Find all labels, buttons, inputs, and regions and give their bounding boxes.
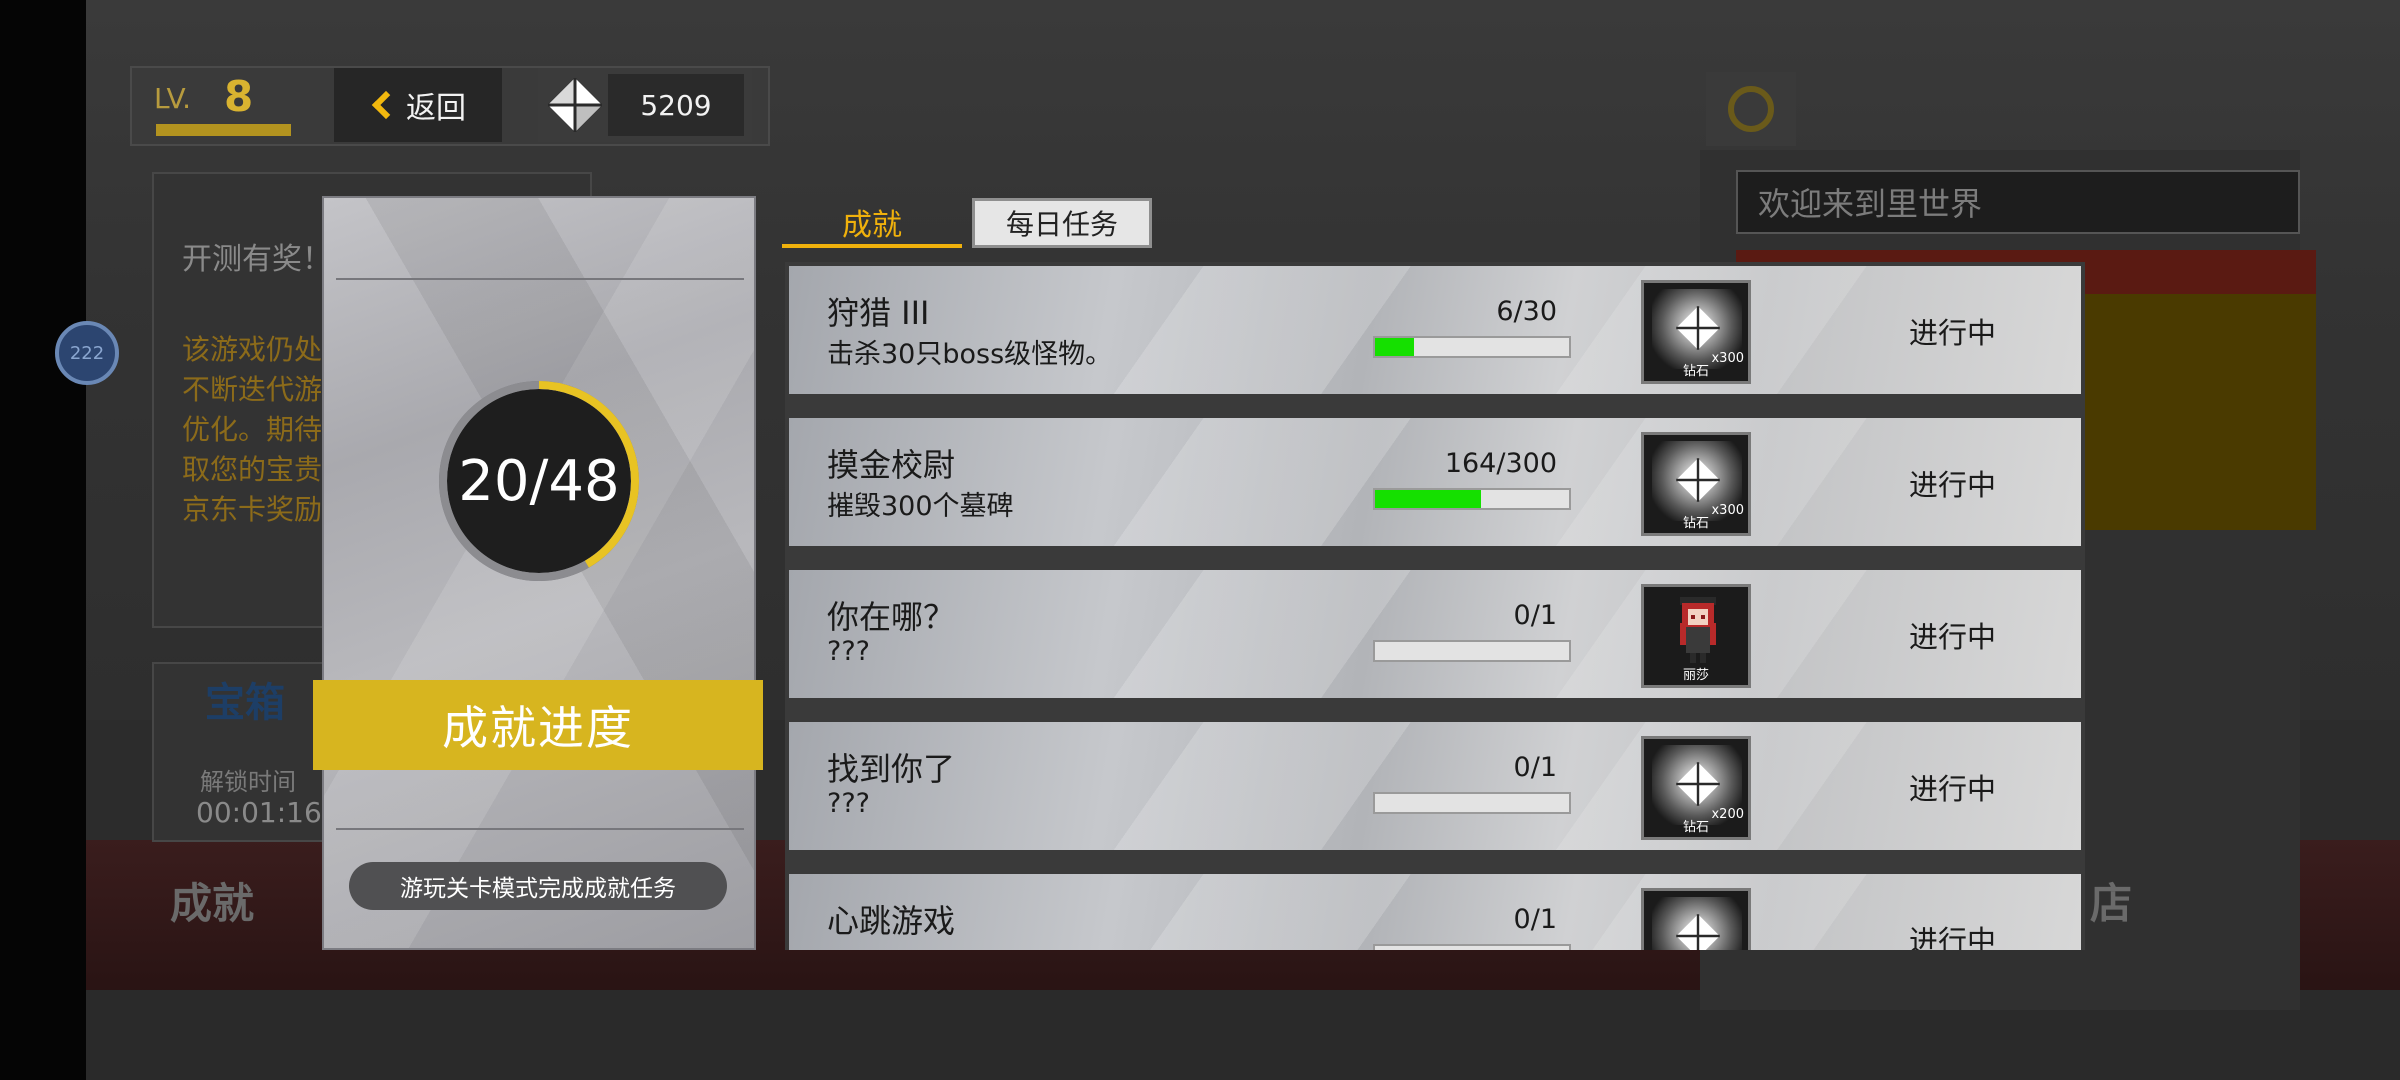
achievement-progress-bar — [1373, 944, 1571, 950]
reward-name: 丽莎 — [1682, 668, 1709, 683]
achievement-row: 找到你了 ??? 0/1 x200 钻石 进行中 — [789, 722, 2081, 850]
reward-slot[interactable]: x300 钻石 — [1641, 280, 1751, 384]
achievement-row: 狩猎 III 击杀30只boss级怪物。 6/30 x300 钻石 进行中 — [789, 266, 2081, 394]
diamond-icon — [1676, 762, 1720, 806]
achievement-name: 摸金校尉 — [827, 446, 956, 484]
tab-daily-tasks[interactable]: 每日任务 — [972, 198, 1152, 248]
level-value: 8 — [224, 72, 254, 121]
diamond-currency: 5209 — [538, 68, 752, 142]
announcement-body: 该游戏仍处 不断迭代游 优化。期待 取您的宝贵 京东卡奖励 — [182, 333, 323, 526]
achievement-progress-count: 0/1 — [1513, 600, 1557, 631]
achievement-progress-bar — [1373, 792, 1571, 814]
reward-name: 钻石 — [1682, 820, 1709, 835]
achievement-progress-count: 0/1 — [1513, 904, 1557, 935]
back-label: 返回 — [406, 91, 466, 126]
welcome-banner: 欢迎来到里世界 — [1736, 170, 2300, 234]
smile-icon — [1728, 86, 1774, 132]
left-black-bar — [0, 0, 86, 1080]
diamond-icon — [548, 78, 602, 132]
divider — [336, 828, 744, 830]
tab-achievements[interactable]: 成就 — [782, 196, 962, 248]
diamond-icon — [1676, 306, 1720, 350]
achievement-progress-count: 0/1 — [1513, 752, 1557, 783]
achievement-status: 进行中 — [1909, 316, 1997, 350]
achievement-name: 心跳游戏 — [827, 902, 956, 940]
progress-count: 20/48 — [458, 448, 620, 514]
achievement-status: 进行中 — [1909, 468, 1997, 502]
diamond-icon — [1676, 914, 1720, 950]
achievement-desc: ??? — [827, 788, 870, 819]
achievement-desc: 击杀30只boss级怪物。 — [827, 339, 1113, 370]
active-tab-underline — [782, 244, 962, 248]
progress-ring: 20/48 — [432, 374, 646, 588]
achievement-desc: 摧毁300个墓碑 — [827, 491, 1014, 522]
achievement-progress-bar — [1373, 488, 1571, 510]
achievement-menu-label: 成就 — [170, 879, 255, 928]
achievement-progress-bar — [1373, 640, 1571, 662]
reward-slot[interactable]: 丽莎 — [1641, 584, 1751, 688]
achievement-progress-bar — [1373, 336, 1571, 358]
diamond-count: 5209 — [608, 74, 744, 136]
progress-hint: 游玩关卡模式完成成就任务 — [349, 862, 727, 910]
announcement-title: 开测有奖！ — [182, 242, 332, 277]
reward-slot[interactable] — [1641, 888, 1751, 950]
achievement-name: 你在哪？ — [827, 598, 956, 636]
achievement-status: 进行中 — [1909, 620, 1997, 654]
achievement-list[interactable]: 狩猎 III 击杀30只boss级怪物。 6/30 x300 钻石 进行中 摸金… — [785, 262, 2085, 950]
floating-assist-ball[interactable]: 222 — [55, 321, 119, 385]
chest-label: 宝箱 — [205, 680, 285, 726]
level-label: LV. — [154, 82, 191, 115]
reward-slot[interactable]: x300 钻石 — [1641, 432, 1751, 536]
achievement-row: 你在哪？ ??? 0/1 丽莎 进行中 — [789, 570, 2081, 698]
achievement-name: 找到你了 — [827, 750, 956, 788]
achievement-name: 狩猎 III — [827, 294, 930, 332]
achievement-progress-count: 164/300 — [1444, 448, 1557, 479]
unlock-time-label: 解锁时间 — [200, 768, 296, 796]
divider — [336, 278, 744, 280]
reward-name: 钻石 — [1682, 364, 1709, 379]
shop-label: 店 — [2090, 879, 2133, 928]
diamond-icon — [1676, 458, 1720, 502]
chevron-left-icon — [371, 90, 401, 120]
achievement-progress-count: 6/30 — [1496, 296, 1557, 327]
achievement-row: 心跳游戏 0/1 进行中 — [789, 874, 2081, 950]
emoji-button[interactable] — [1706, 72, 1796, 146]
progress-banner: 成就进度 — [313, 680, 763, 770]
achievement-status: 进行中 — [1909, 924, 1997, 950]
reward-slot[interactable]: x200 钻石 — [1641, 736, 1751, 840]
achievement-status: 进行中 — [1909, 772, 1997, 806]
xp-bar — [156, 124, 291, 136]
back-button[interactable]: 返回 — [334, 68, 502, 142]
achievement-row: 摸金校尉 摧毁300个墓碑 164/300 x300 钻石 进行中 — [789, 418, 2081, 546]
achievement-desc: ??? — [827, 636, 870, 667]
unlock-time-value: 00:01:16 — [196, 796, 322, 829]
character-portrait-icon — [1680, 597, 1716, 663]
reward-name: 钻石 — [1682, 516, 1709, 531]
